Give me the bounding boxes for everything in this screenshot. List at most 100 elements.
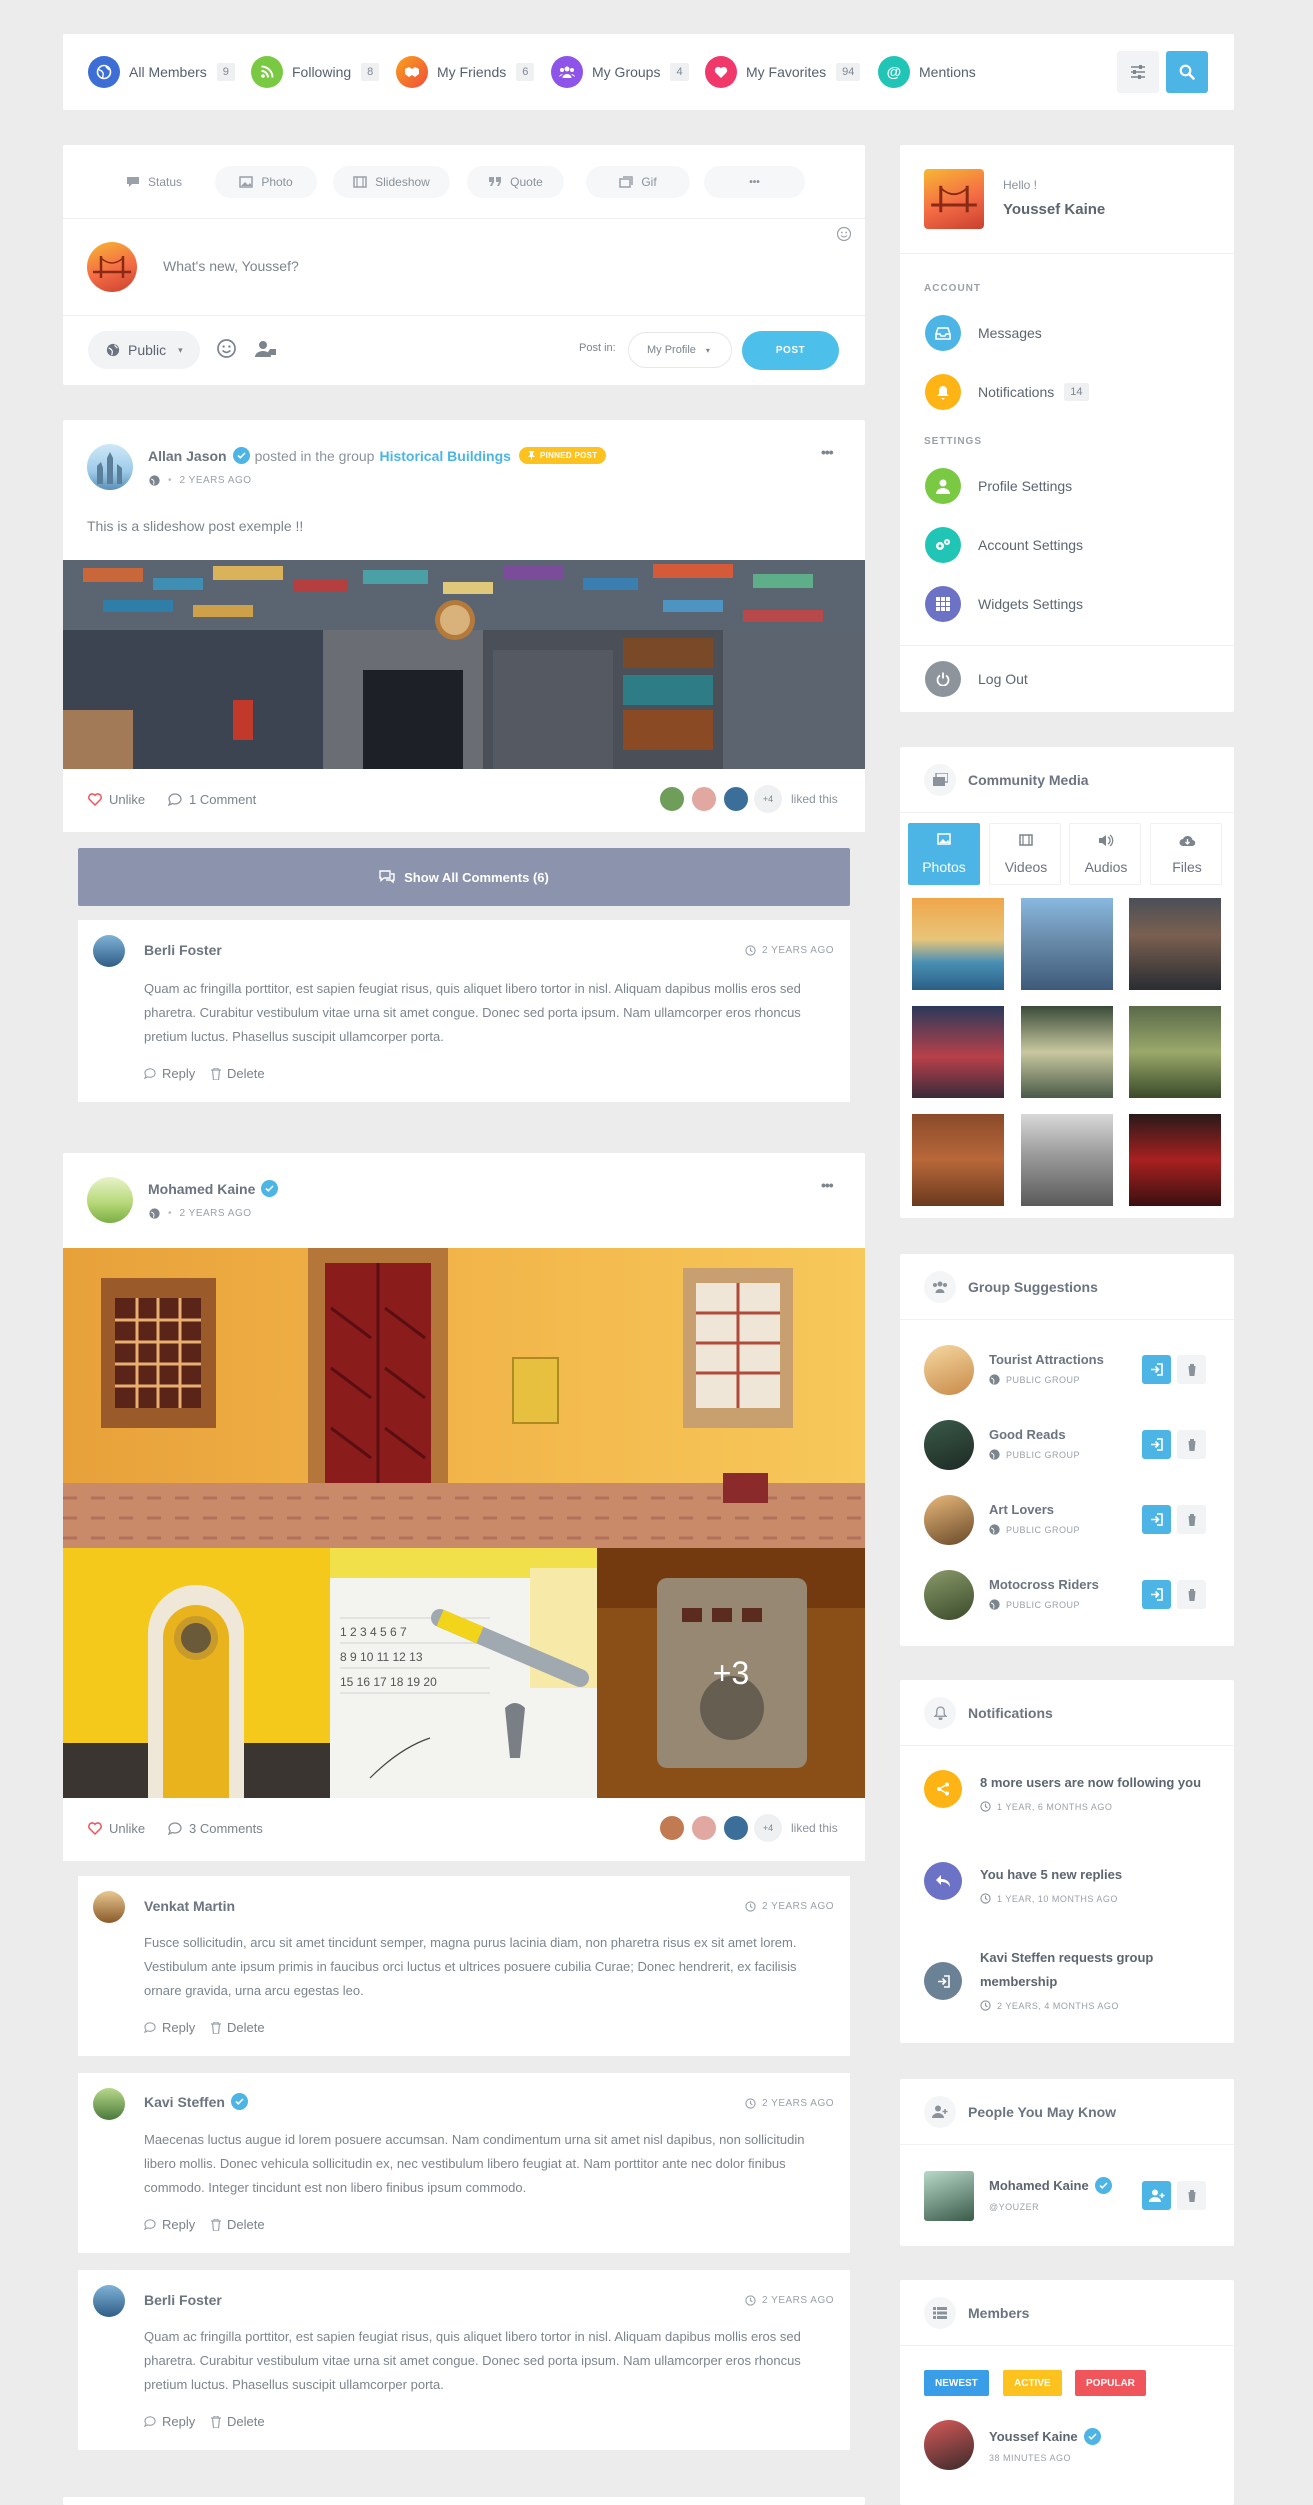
comment-author-name[interactable]: Berli Foster (144, 2292, 222, 2308)
liker-avatar[interactable] (658, 785, 686, 813)
liker-avatar[interactable] (690, 785, 718, 813)
tab-videos[interactable]: Videos (989, 823, 1061, 885)
nav-my-favorites[interactable]: My Favorites 94 (705, 34, 861, 110)
more-likers-count[interactable]: +4 (754, 785, 782, 813)
group-avatar[interactable] (924, 1345, 974, 1395)
post-options-icon[interactable]: ••• (821, 1177, 834, 1193)
reply-button[interactable]: Reply (144, 1066, 195, 1081)
tag-user-button[interactable] (255, 340, 277, 358)
media-photo[interactable] (1021, 1006, 1113, 1098)
nav-my-friends[interactable]: My Friends 6 (396, 34, 535, 110)
privacy-select[interactable]: Public ▾ (88, 331, 200, 369)
dismiss-group-button[interactable] (1177, 1580, 1206, 1609)
post-slideshow-image[interactable] (63, 560, 865, 769)
account-avatar[interactable] (924, 169, 984, 229)
post-photo-main[interactable] (63, 1248, 865, 1548)
delete-button[interactable]: Delete (211, 2217, 265, 2232)
media-photo[interactable] (1021, 1114, 1113, 1206)
reply-button[interactable]: Reply (144, 2414, 195, 2429)
add-friend-button[interactable] (1142, 2181, 1171, 2210)
nav-my-groups[interactable]: My Groups 4 (551, 34, 689, 110)
search-button[interactable] (1166, 51, 1208, 93)
media-photo[interactable] (912, 1006, 1004, 1098)
reply-button[interactable]: Reply (144, 2020, 195, 2035)
post-button[interactable]: POST (742, 331, 839, 370)
nav-following[interactable]: Following 8 (251, 34, 380, 110)
status-input[interactable]: What's new, Youssef? (163, 258, 299, 274)
tab-gif[interactable]: Gif (586, 166, 690, 198)
reply-button[interactable]: Reply (144, 2217, 195, 2232)
liker-avatar[interactable] (658, 1814, 686, 1842)
tab-photos[interactable]: Photos (908, 823, 980, 885)
account-name[interactable]: Youssef Kaine (1003, 201, 1105, 218)
group-name[interactable]: Tourist Attractions (989, 1352, 1104, 1367)
unlike-button[interactable]: Unlike (88, 792, 145, 807)
join-group-button[interactable] (1142, 1505, 1171, 1534)
group-name[interactable]: Art Lovers (989, 1502, 1054, 1517)
nav-mentions[interactable]: @ Mentions (878, 34, 976, 110)
show-all-comments-button[interactable]: Show All Comments (6) (78, 848, 850, 906)
media-photo[interactable] (1129, 1006, 1221, 1098)
tab-status[interactable]: Status (107, 166, 201, 198)
media-photo[interactable] (912, 1114, 1004, 1206)
group-link[interactable]: Historical Buildings (379, 448, 510, 464)
filter-button[interactable] (1117, 51, 1159, 93)
logout-button[interactable]: Log Out (925, 661, 1028, 697)
comment-author-name[interactable]: Berli Foster (144, 942, 222, 958)
dismiss-group-button[interactable] (1177, 1430, 1206, 1459)
tab-more[interactable]: ••• (704, 166, 805, 198)
tab-files[interactable]: Files (1150, 823, 1222, 885)
post-photo-thumb[interactable] (63, 1548, 330, 1798)
comments-button[interactable]: 3 Comments (168, 1821, 263, 1836)
dismiss-group-button[interactable] (1177, 1505, 1206, 1534)
emoji-icon[interactable] (836, 226, 852, 242)
person-avatar[interactable] (924, 2171, 974, 2221)
comment-author-avatar[interactable] (93, 2088, 125, 2120)
tab-audios[interactable]: Audios (1069, 823, 1141, 885)
join-group-button[interactable] (1142, 1355, 1171, 1384)
dismiss-group-button[interactable] (1177, 1355, 1206, 1384)
join-group-button[interactable] (1142, 1580, 1171, 1609)
post-in-select[interactable]: My Profile ▾ (628, 332, 732, 368)
media-photo[interactable] (1129, 1114, 1221, 1206)
group-name[interactable]: Good Reads (989, 1427, 1066, 1442)
group-avatar[interactable] (924, 1570, 974, 1620)
post-photo-thumb[interactable]: 1 2 3 4 5 6 7 8 9 10 11 12 13 15 16 17 18 … (330, 1548, 597, 1798)
media-photo[interactable] (1021, 898, 1113, 990)
post-author-name[interactable]: Mohamed Kaine (148, 1181, 255, 1197)
delete-button[interactable]: Delete (211, 2020, 265, 2035)
filter-popular[interactable]: POPULAR (1075, 2370, 1146, 2396)
filter-newest[interactable]: NEWEST (924, 2370, 989, 2396)
menu-item-account-settings[interactable]: Account Settings (925, 527, 1083, 563)
comment-author-name[interactable]: Kavi Steffen (144, 2094, 225, 2110)
comment-author-avatar[interactable] (93, 935, 125, 967)
unlike-button[interactable]: Unlike (88, 1821, 145, 1836)
menu-item-notifications[interactable]: Notifications 14 (925, 374, 1089, 410)
post-author-name[interactable]: Allan Jason (148, 448, 227, 464)
menu-item-widgets-settings[interactable]: Widgets Settings (925, 586, 1083, 622)
dismiss-person-button[interactable] (1177, 2181, 1206, 2210)
member-avatar[interactable] (924, 2420, 974, 2470)
group-avatar[interactable] (924, 1495, 974, 1545)
emoji-button[interactable] (216, 338, 237, 359)
tab-photo[interactable]: Photo (215, 166, 317, 198)
post-options-icon[interactable]: ••• (821, 444, 834, 460)
liker-avatar[interactable] (722, 1814, 750, 1842)
post-photo-thumb[interactable]: +3 (597, 1548, 865, 1798)
comments-button[interactable]: 1 Comment (168, 792, 256, 807)
media-photo[interactable] (1129, 898, 1221, 990)
liker-avatar[interactable] (722, 785, 750, 813)
more-likers-count[interactable]: +4 (754, 1814, 782, 1842)
group-name[interactable]: Motocross Riders (989, 1577, 1099, 1592)
tab-slideshow[interactable]: Slideshow (333, 166, 450, 198)
delete-button[interactable]: Delete (211, 1066, 265, 1081)
menu-item-profile-settings[interactable]: Profile Settings (925, 468, 1072, 504)
tab-quote[interactable]: Quote (467, 166, 564, 198)
liker-avatar[interactable] (690, 1814, 718, 1842)
join-group-button[interactable] (1142, 1430, 1171, 1459)
group-avatar[interactable] (924, 1420, 974, 1470)
filter-active[interactable]: ACTIVE (1003, 2370, 1062, 2396)
nav-all-members[interactable]: All Members 9 (88, 34, 235, 110)
comment-author-avatar[interactable] (93, 1891, 125, 1923)
menu-item-messages[interactable]: Messages (925, 315, 1042, 351)
